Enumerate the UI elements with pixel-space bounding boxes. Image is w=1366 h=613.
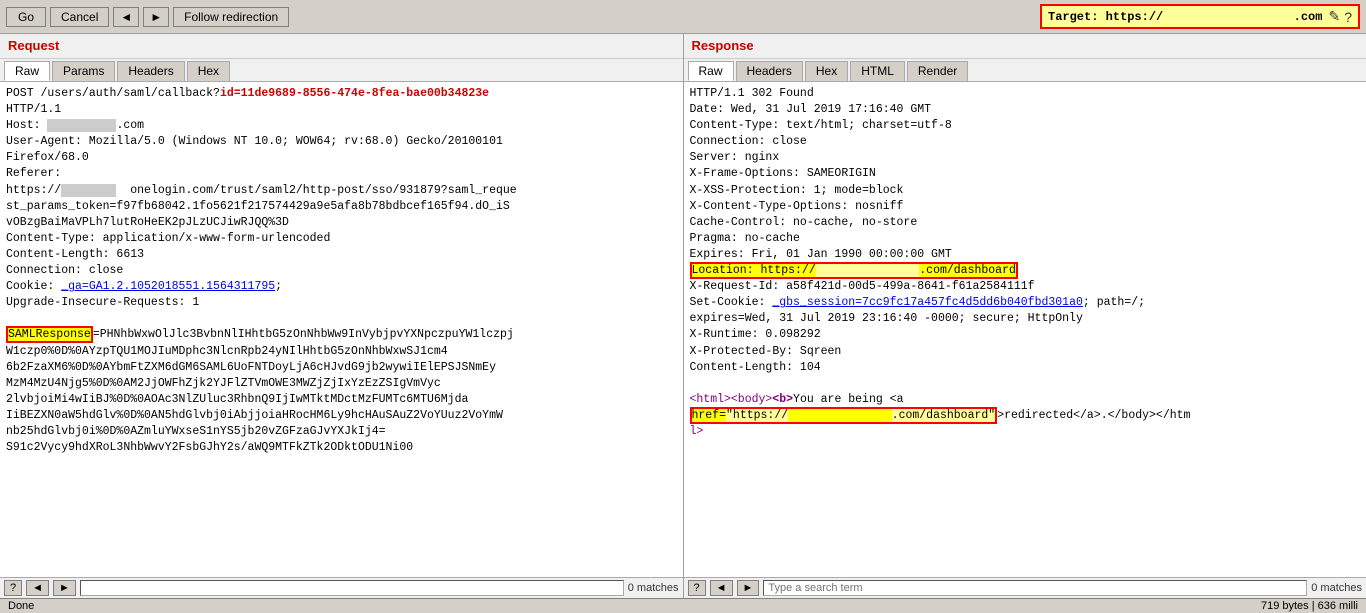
response-footer-question[interactable]: ? <box>688 580 706 596</box>
request-footer: ? ◄ ► 0 matches <box>0 577 683 598</box>
target-box: Target: https:// .com ✎ ? <box>1040 4 1360 29</box>
status-bytes: 719 bytes | 636 milli <box>1261 600 1358 612</box>
target-icons: ✎ ? <box>1328 8 1352 25</box>
response-tab-raw[interactable]: Raw <box>688 61 734 81</box>
response-search-input[interactable] <box>763 580 1307 596</box>
nav-next-button[interactable]: ► <box>143 7 169 27</box>
request-footer-prev[interactable]: ◄ <box>26 580 49 596</box>
nav-prev-button[interactable]: ◄ <box>113 7 139 27</box>
request-method: POST /users/auth/saml/callback?id=11de96… <box>6 87 517 454</box>
target-label: Target: https:// <box>1048 10 1163 24</box>
response-tab-hex[interactable]: Hex <box>805 61 848 81</box>
response-content[interactable]: HTTP/1.1 302 Found Date: Wed, 31 Jul 201… <box>684 82 1366 577</box>
request-tab-hex[interactable]: Hex <box>187 61 230 81</box>
response-footer-prev[interactable]: ◄ <box>710 580 733 596</box>
target-value <box>1163 10 1293 24</box>
response-tab-html[interactable]: HTML <box>850 61 905 81</box>
request-footer-next[interactable]: ► <box>53 580 76 596</box>
request-footer-question[interactable]: ? <box>4 580 22 596</box>
request-tab-raw[interactable]: Raw <box>4 61 50 81</box>
cancel-button[interactable]: Cancel <box>50 7 109 27</box>
response-body: HTTP/1.1 302 Found Date: Wed, 31 Jul 201… <box>690 87 1191 438</box>
response-panel: Response Raw Headers Hex HTML Render HTT… <box>684 34 1366 598</box>
main-area: Request Raw Params Headers Hex POST /use… <box>0 34 1366 598</box>
request-search-input[interactable] <box>80 580 624 596</box>
status-bar: Done 719 bytes | 636 milli <box>0 598 1366 613</box>
response-tab-headers[interactable]: Headers <box>736 61 803 81</box>
response-matches-count: 0 matches <box>1311 582 1362 594</box>
request-tab-params[interactable]: Params <box>52 61 115 81</box>
request-content[interactable]: POST /users/auth/saml/callback?id=11de96… <box>0 82 683 577</box>
edit-icon[interactable]: ✎ <box>1328 8 1340 25</box>
response-footer-next[interactable]: ► <box>737 580 760 596</box>
response-panel-header: Response <box>684 34 1366 59</box>
request-tab-headers[interactable]: Headers <box>117 61 184 81</box>
follow-redirect-button[interactable]: Follow redirection <box>173 7 289 27</box>
response-tab-render[interactable]: Render <box>907 61 968 81</box>
toolbar: Go Cancel ◄ ► Follow redirection Target:… <box>0 0 1366 34</box>
help-icon[interactable]: ? <box>1344 8 1352 25</box>
response-footer: ? ◄ ► 0 matches <box>684 577 1366 598</box>
request-matches-count: 0 matches <box>628 582 679 594</box>
response-panel-title: Response <box>692 38 754 53</box>
response-tabs: Raw Headers Hex HTML Render <box>684 59 1366 82</box>
request-panel-header: Request <box>0 34 683 59</box>
request-panel-title: Request <box>8 38 59 53</box>
request-tabs: Raw Params Headers Hex <box>0 59 683 82</box>
status-done: Done <box>8 600 34 612</box>
target-suffix: .com <box>1294 10 1323 24</box>
request-panel: Request Raw Params Headers Hex POST /use… <box>0 34 684 598</box>
go-button[interactable]: Go <box>6 7 46 27</box>
